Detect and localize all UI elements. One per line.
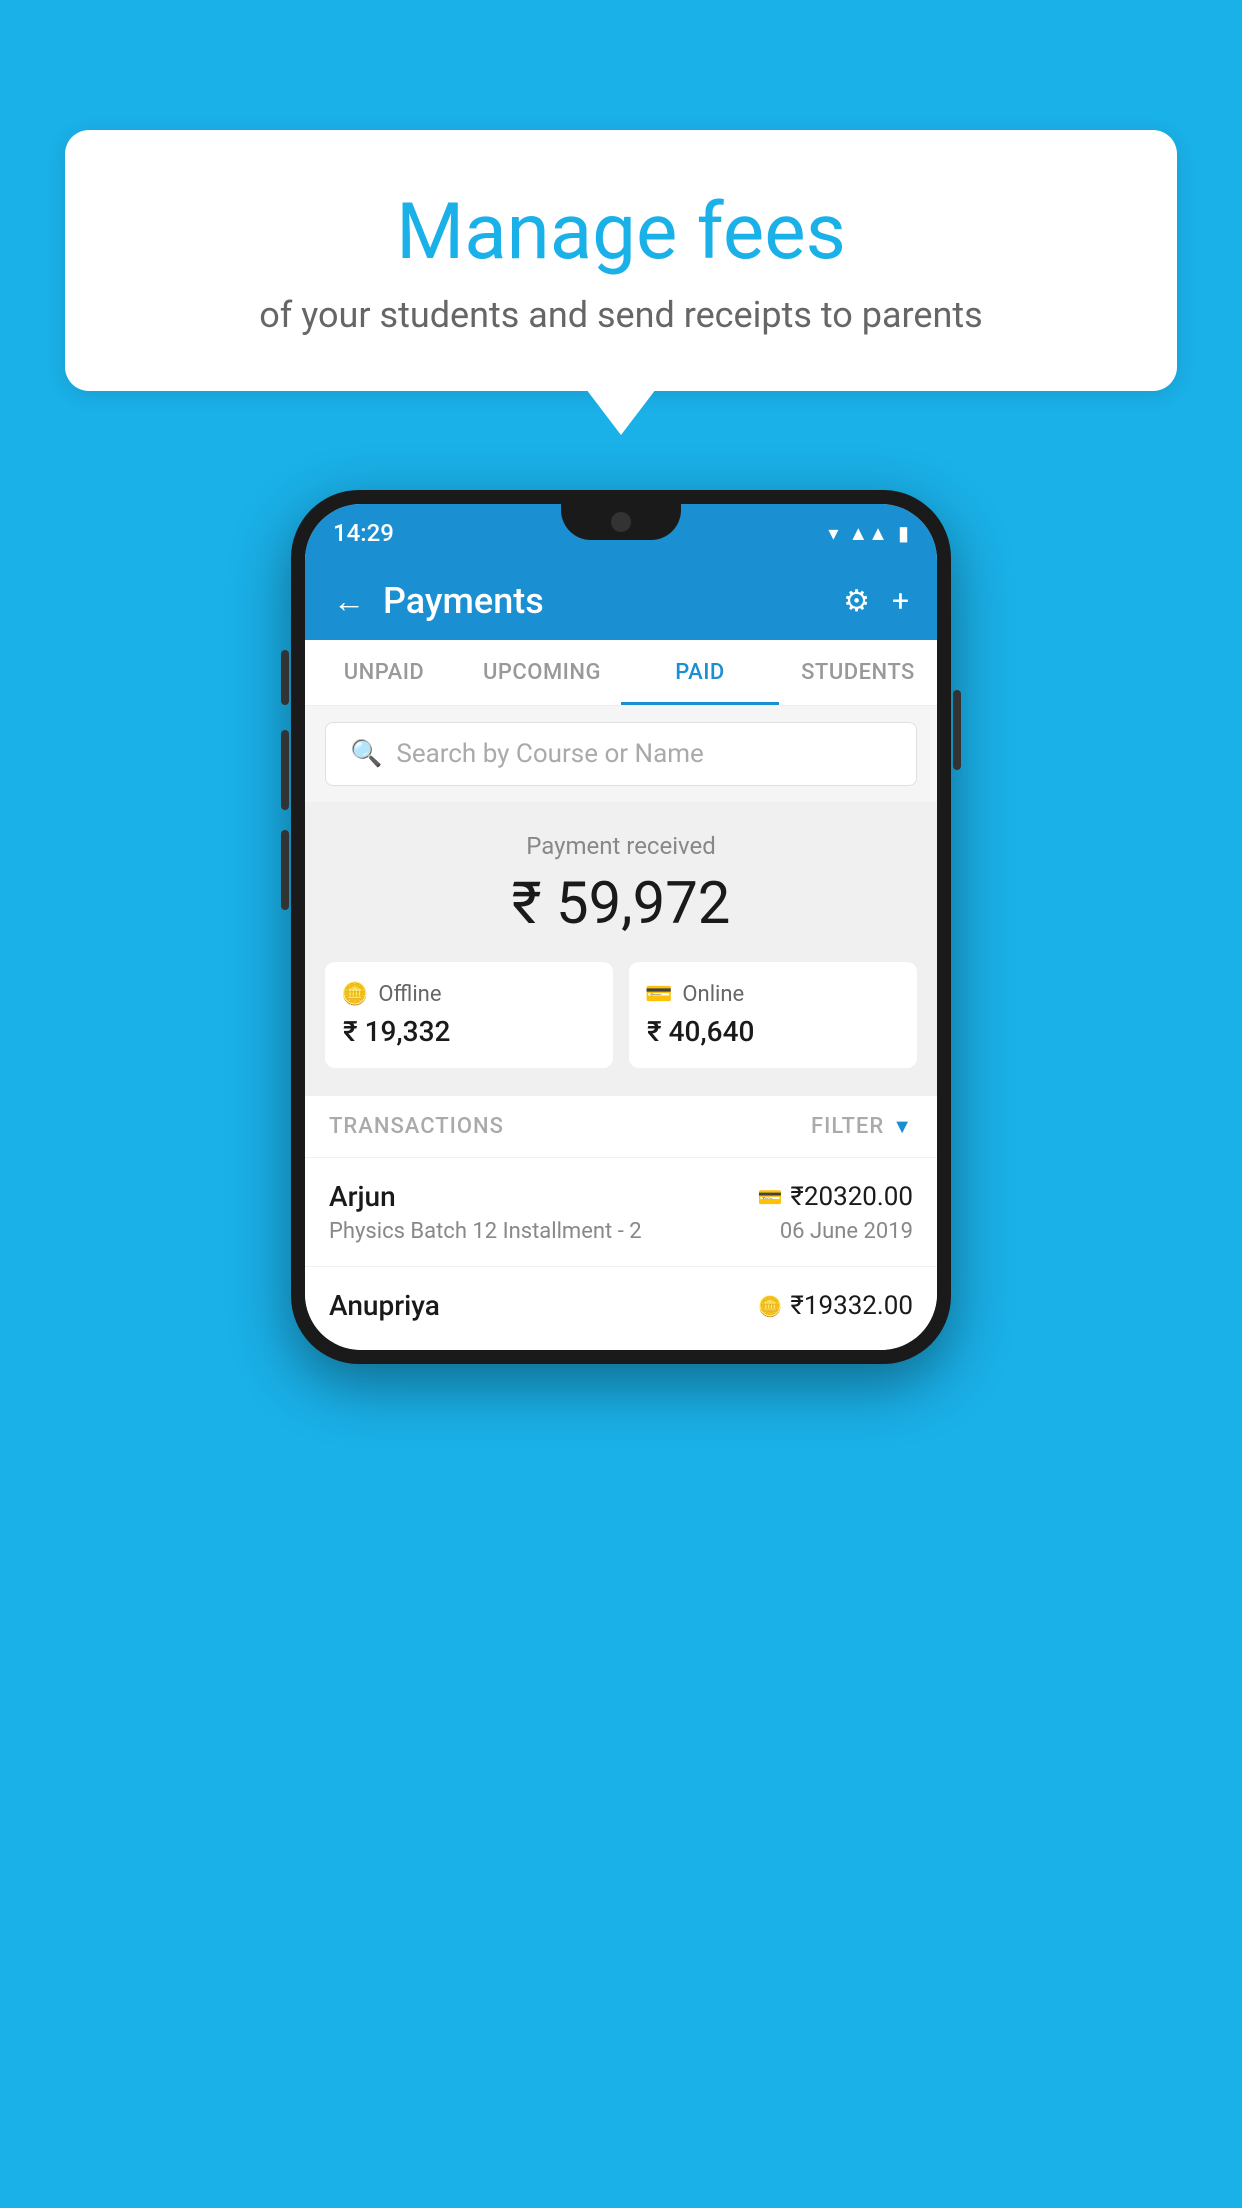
offline-icon: 🪙 <box>341 982 368 1007</box>
volume-down-button <box>281 830 289 910</box>
transaction-value: ₹20320.00 <box>790 1182 913 1212</box>
transactions-header: TRANSACTIONS FILTER ▼ <box>305 1096 937 1157</box>
page-title: Payments <box>383 580 544 622</box>
card-icon: 💳 <box>758 1185 783 1209</box>
filter-label: FILTER <box>811 1114 884 1139</box>
tab-unpaid[interactable]: UNPAID <box>305 640 463 705</box>
bubble-title: Manage fees <box>115 190 1127 276</box>
transaction-name: Arjun <box>329 1180 396 1213</box>
phone-screen: 14:29 ▾ ▲▲ ▮ ← Payments ⚙ + <box>305 504 937 1350</box>
speech-bubble: Manage fees of your students and send re… <box>65 130 1177 391</box>
battery-icon: ▮ <box>898 521 909 545</box>
online-header: 💳 Online <box>645 982 901 1007</box>
search-bar[interactable]: 🔍 Search by Course or Name <box>325 722 917 786</box>
online-label: Online <box>682 982 744 1007</box>
transaction-amount: 💳 ₹20320.00 <box>758 1182 914 1212</box>
back-button[interactable]: ← <box>333 582 365 620</box>
offline-card: 🪙 Offline ₹ 19,332 <box>325 962 613 1068</box>
tab-paid[interactable]: PAID <box>621 640 779 705</box>
table-row[interactable]: Anupriya 🪙 ₹19332.00 <box>305 1266 937 1350</box>
signal-icon: ▲▲ <box>848 521 888 546</box>
tab-students[interactable]: STUDENTS <box>779 640 937 705</box>
cash-icon: 🪙 <box>758 1294 783 1318</box>
table-row[interactable]: Arjun 💳 ₹20320.00 Physics Batch 12 Insta… <box>305 1157 937 1266</box>
filter-button[interactable]: FILTER ▼ <box>811 1114 913 1139</box>
camera <box>611 512 631 532</box>
add-icon[interactable]: + <box>892 584 909 619</box>
offline-amount: ₹ 19,332 <box>341 1015 597 1048</box>
search-icon: 🔍 <box>350 739 382 769</box>
volume-up-button <box>281 730 289 810</box>
online-card: 💳 Online ₹ 40,640 <box>629 962 917 1068</box>
transaction-top: Anupriya 🪙 ₹19332.00 <box>329 1289 913 1322</box>
header-left: ← Payments <box>333 580 544 622</box>
bubble-subtitle: of your students and send receipts to pa… <box>115 294 1127 336</box>
offline-header: 🪙 Offline <box>341 982 597 1007</box>
tab-upcoming[interactable]: UPCOMING <box>463 640 621 705</box>
status-bar: 14:29 ▾ ▲▲ ▮ <box>305 504 937 562</box>
transaction-bottom: Physics Batch 12 Installment - 2 06 June… <box>329 1219 913 1244</box>
payment-received-label: Payment received <box>325 832 917 860</box>
search-input[interactable]: Search by Course or Name <box>396 739 703 769</box>
status-time: 14:29 <box>333 519 394 547</box>
app-header: ← Payments ⚙ + <box>305 562 937 640</box>
status-icons: ▾ ▲▲ ▮ <box>828 521 909 546</box>
offline-label: Offline <box>378 982 441 1007</box>
payment-cards: 🪙 Offline ₹ 19,332 💳 Online ₹ 40,640 <box>325 962 917 1068</box>
transaction-top: Arjun 💳 ₹20320.00 <box>329 1180 913 1213</box>
transaction-course: Physics Batch 12 Installment - 2 <box>329 1219 642 1244</box>
payment-summary: Payment received ₹ 59,972 🪙 Offline ₹ 19… <box>305 802 937 1096</box>
settings-icon[interactable]: ⚙ <box>843 584 870 619</box>
wifi-icon: ▾ <box>828 521 838 545</box>
transaction-value: ₹19332.00 <box>790 1291 913 1321</box>
transaction-date: 06 June 2019 <box>780 1219 913 1244</box>
header-right: ⚙ + <box>843 584 909 619</box>
search-container: 🔍 Search by Course or Name <box>305 706 937 802</box>
transaction-name: Anupriya <box>329 1289 440 1322</box>
silent-button <box>281 650 289 705</box>
payment-total: ₹ 59,972 <box>325 870 917 938</box>
filter-icon: ▼ <box>892 1114 913 1139</box>
transactions-label: TRANSACTIONS <box>329 1114 504 1139</box>
notch <box>561 504 681 540</box>
tabs-container: UNPAID UPCOMING PAID STUDENTS <box>305 640 937 706</box>
power-button <box>953 690 961 770</box>
phone-frame: 14:29 ▾ ▲▲ ▮ ← Payments ⚙ + <box>291 490 951 1364</box>
phone-wrapper: 14:29 ▾ ▲▲ ▮ ← Payments ⚙ + <box>291 490 951 1364</box>
online-icon: 💳 <box>645 982 672 1007</box>
transaction-amount: 🪙 ₹19332.00 <box>758 1291 914 1321</box>
online-amount: ₹ 40,640 <box>645 1015 901 1048</box>
